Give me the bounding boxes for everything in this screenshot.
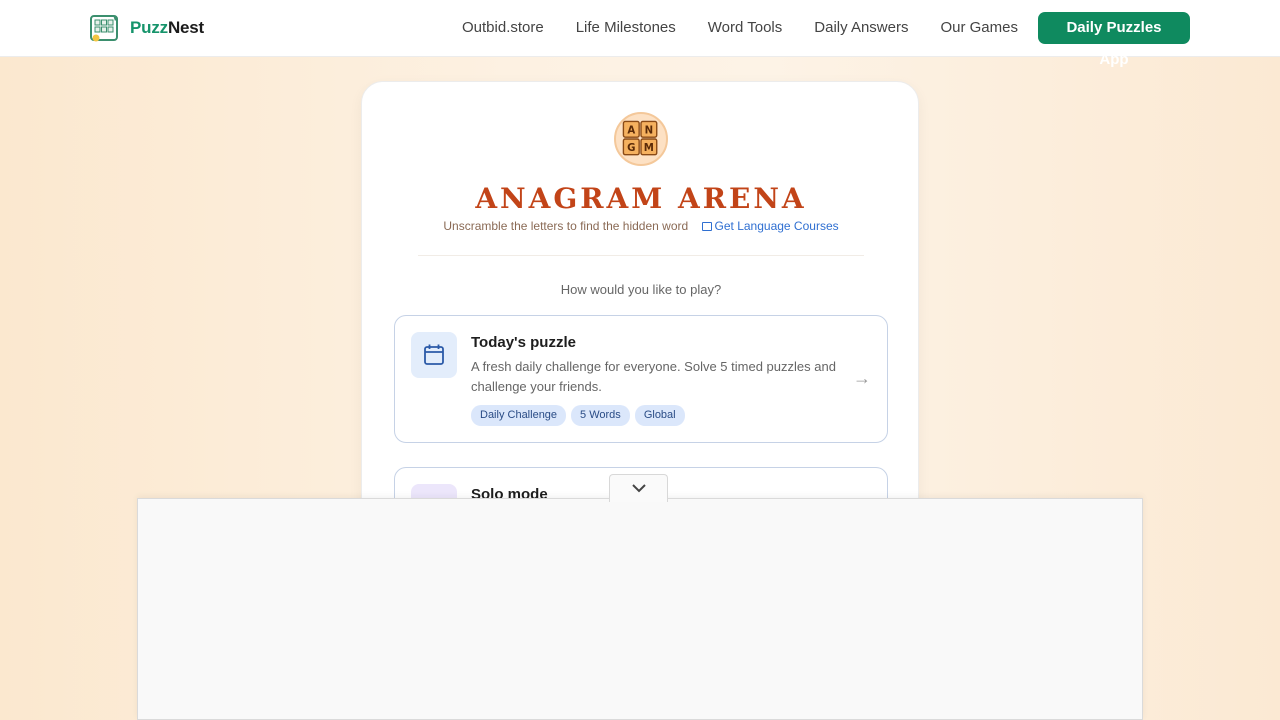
logo-letter-g: G <box>627 143 635 154</box>
brand-logo-link[interactable]: PuzzNest <box>89 13 204 43</box>
daily-puzzles-app-button[interactable]: Daily Puzzles App <box>1038 12 1190 68</box>
nav-daily-answers[interactable]: Daily Answers <box>798 12 924 44</box>
game-title: ANAGRAM ARENA <box>475 182 807 215</box>
divider <box>418 255 864 256</box>
logo-letter-a: A <box>627 125 635 136</box>
brand-name-part2: Nest <box>167 18 204 37</box>
todays-puzzle-option[interactable]: Today's puzzle A fresh daily challenge f… <box>394 315 888 443</box>
tag-5-words: 5 Words <box>571 405 630 426</box>
book-icon <box>701 222 712 231</box>
nav-our-games[interactable]: Our Games <box>924 12 1034 44</box>
nav-outbid-store[interactable]: Outbid.store <box>446 12 560 44</box>
collapse-panel-button[interactable] <box>609 474 668 502</box>
play-mode-prompt: How would you like to play? <box>560 282 722 297</box>
todays-puzzle-description: A fresh daily challenge for everyone. So… <box>471 359 836 394</box>
chevron-down-icon <box>632 484 646 493</box>
todays-puzzle-title: Today's puzzle <box>471 334 576 351</box>
calendar-icon <box>424 344 444 365</box>
main-nav: Outbid.store Life Milestones Word Tools … <box>446 12 1190 68</box>
anagram-logo-icon: A N G M <box>614 112 668 166</box>
language-courses-link[interactable]: Get Language Courses <box>701 219 839 233</box>
nav-word-tools[interactable]: Word Tools <box>692 12 798 44</box>
language-courses-label: Get Language Courses <box>714 219 839 233</box>
tag-daily-challenge: Daily Challenge <box>471 405 567 426</box>
bottom-overlay-panel <box>137 498 1143 720</box>
logo-letter-m: M <box>644 143 654 154</box>
puzznest-logo-icon <box>90 15 118 42</box>
nav-life-milestones[interactable]: Life Milestones <box>560 12 692 44</box>
arrow-right-icon: → <box>853 368 871 388</box>
calendar-icon-box <box>411 332 457 378</box>
subtitle-row: Unscramble the letters to find the hidde… <box>362 219 920 233</box>
top-header: PuzzNest Outbid.store Life Milestones Wo… <box>0 0 1280 68</box>
brand-name-part1: Puzz <box>130 18 168 37</box>
todays-puzzle-tags: Daily Challenge 5 Words Global <box>471 405 690 426</box>
game-subtitle: Unscramble the letters to find the hidde… <box>443 219 689 233</box>
tag-global: Global <box>634 405 685 426</box>
logo-letter-n: N <box>645 125 654 136</box>
game-card: A N G M ANAGRAM ARENA Unscramble the let… <box>361 81 920 547</box>
